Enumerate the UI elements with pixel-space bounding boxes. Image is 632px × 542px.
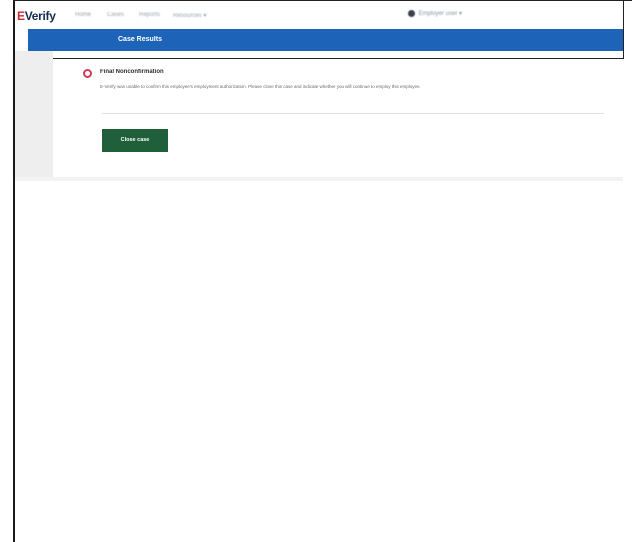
left-panel [15,51,53,181]
page-header-bar: Case Results [28,29,623,51]
alert-title: Final Nonconfirmation [100,69,164,75]
screenshot-bottom-edge [15,177,623,181]
logo-e: E [17,9,25,23]
logo-text: Verify [24,9,56,23]
nav-resources[interactable]: Resources ▾ [173,12,206,19]
everify-logo[interactable]: EVerify [17,9,56,23]
error-icon [83,69,92,78]
nav-reports[interactable]: Reports [139,12,160,18]
close-case-button[interactable]: Close case [102,129,168,152]
nav-cases[interactable]: Cases [107,12,124,18]
user-menu[interactable]: Employer user ▾ [408,10,462,17]
page-frame: EVerify Home Cases Reports Resources ▾ E… [0,0,632,542]
chevron-down-icon: ▾ [203,13,207,19]
screenshot-region: EVerify Home Cases Reports Resources ▾ E… [15,1,623,181]
user-icon [408,10,415,17]
alert-body: E-Verify was unable to confirm this empl… [100,84,421,89]
frame-right-border [623,0,624,58]
content-divider [102,113,604,114]
page-title: Case Results [118,36,162,43]
case-result-alert: Final Nonconfirmation E-Verify was unabl… [83,67,603,117]
nav-home[interactable]: Home [75,12,91,18]
nav-resources-label: Resources [173,13,202,19]
top-navigation: EVerify Home Cases Reports Resources ▾ E… [15,1,623,29]
user-name: Employer user [418,11,458,18]
chevron-down-icon: ▾ [459,11,463,18]
